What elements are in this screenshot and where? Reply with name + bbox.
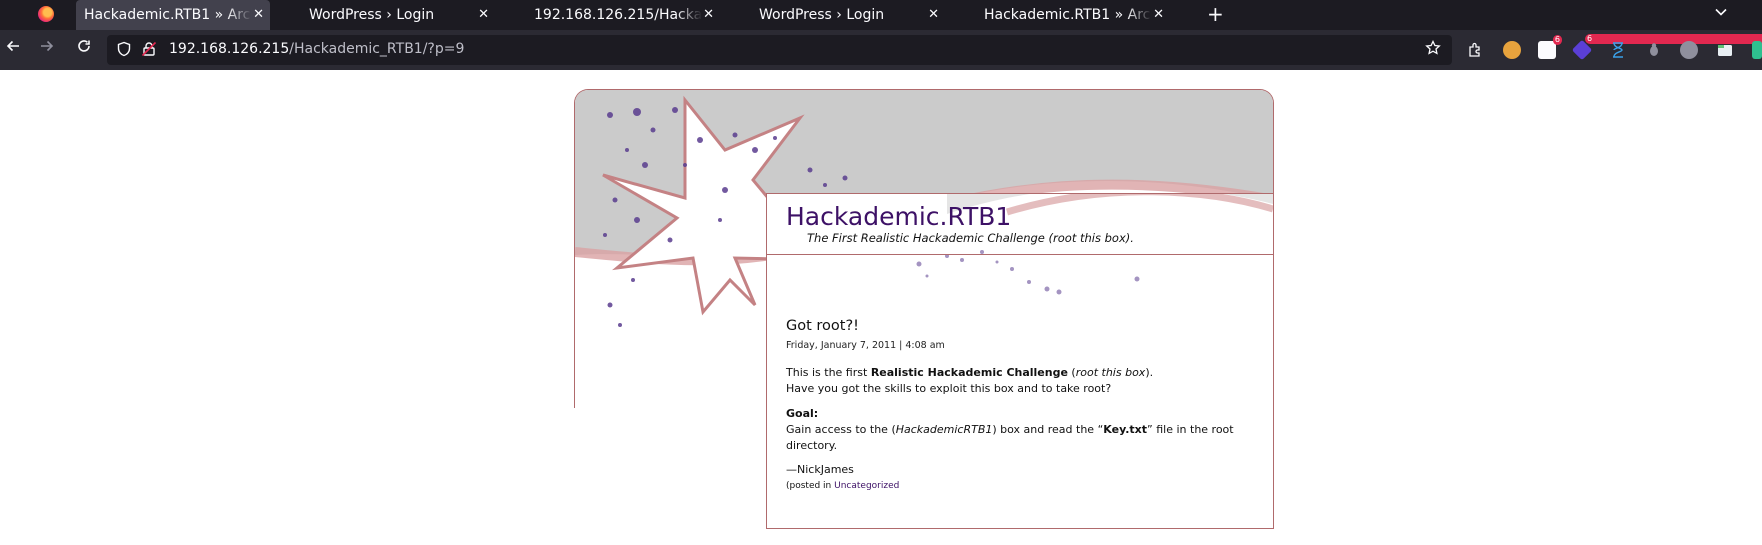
tab-label: 192.168.126.215/Hackademic_RTB1 [534,7,702,23]
mail-extension-icon[interactable]: 6 [1538,35,1562,59]
title-divider [767,254,1273,255]
chevron-down-icon [1715,8,1727,16]
forward-button[interactable] [39,38,55,60]
goal-bold: Key.txt [1103,423,1148,436]
tab-hackademic-archives[interactable]: Hackademic.RTB1 » Archives ✕ [76,0,270,30]
intro-text: ). [1145,366,1154,379]
arrow-left-icon [6,40,19,52]
container-extension-icon[interactable] [1716,41,1734,59]
shield-icon[interactable] [116,41,132,57]
tab-label: WordPress › Login [309,7,435,23]
arrow-right-icon [41,40,54,52]
url-text[interactable]: 192.168.126.215/Hackademic_RTB1/?p=9 [169,41,464,57]
puzzle-icon [1469,42,1480,57]
goal-label: Goal: [786,407,819,420]
bug-icon [1650,43,1658,56]
badge-count: 6 [1552,35,1562,45]
post-entry: Got root?! Friday, January 7, 2011 | 4:0… [786,318,1256,491]
new-tab-button[interactable]: + [1207,0,1224,28]
bug-extension-icon[interactable] [1645,41,1663,59]
post-title[interactable]: Got root?! [786,318,1256,334]
close-icon[interactable]: ✕ [928,0,939,30]
post-date: Friday, January 7, 2011 | 4:08 am [786,340,945,351]
post-container: Hackademic.RTB1 The First Realistic Hack… [766,193,1274,529]
url-path: /Hackademic_RTB1/?p=9 [289,41,465,57]
hourglass-extension-icon[interactable] [1609,41,1627,59]
tab-strip: Hackademic.RTB1 » Archives ✕ WordPress ›… [0,0,1762,30]
hourglass-icon [1613,42,1623,58]
bookmark-button[interactable] [1425,39,1441,61]
goal-text: ) box and read the “ [992,423,1104,436]
blog-title-link[interactable]: Hackademic.RTB1 [786,202,1011,231]
tab-wordpress-login[interactable]: WordPress › Login ✕ [301,0,495,30]
post-meta: (posted in Uncategorized [786,481,1256,491]
intro-text: ( [1067,366,1076,379]
folder-icon [1718,45,1732,56]
reload-button[interactable] [76,38,92,60]
blog-description: The First Realistic Hackademic Challenge… [807,231,1134,245]
close-icon[interactable]: ✕ [703,0,714,30]
post-goal: Goal: Gain access to the (HackademicRTB1… [786,406,1256,454]
list-all-tabs-button[interactable] [1714,0,1728,30]
tab-wordpress-login-2[interactable]: WordPress › Login ✕ [751,0,945,30]
wappalyzer-extension-icon[interactable] [1680,41,1698,59]
insecure-lock-icon[interactable] [141,41,157,57]
close-icon[interactable]: ✕ [478,0,489,30]
star-icon [1425,39,1441,55]
extension-icon-partial[interactable] [1752,41,1762,59]
goal-italic: HackademicRTB1 [895,423,993,436]
navigation-toolbar: 192.168.126.215/Hackademic_RTB1/?p=9 6 6 [0,30,1762,70]
firefox-icon[interactable] [38,6,54,22]
url-host: 192.168.126.215 [169,41,290,57]
cookie-extension-icon[interactable] [1503,41,1521,59]
back-button[interactable] [5,38,21,60]
close-icon[interactable]: ✕ [1153,0,1164,30]
tab-hackademic-ip[interactable]: 192.168.126.215/Hackademic_RTB1 ✕ [526,0,720,30]
post-signature: —NickJames [786,463,854,476]
web-page: Hackademic.RTB1 The First Realistic Hack… [0,70,1762,545]
tab-hackademic-archives-2[interactable]: Hackademic.RTB1 » Archives ✕ [976,0,1170,30]
tab-label: WordPress › Login [759,7,885,23]
address-bar[interactable]: 192.168.126.215/Hackademic_RTB1/?p=9 [107,35,1452,65]
category-link[interactable]: Uncategorized [834,481,899,491]
intro-bold: Realistic Hackademic Challenge [870,366,1068,379]
intro-italic: root this box [1075,366,1146,379]
post-body: This is the first Realistic Hackademic C… [786,365,1256,454]
extensions-icon[interactable] [1467,41,1485,59]
goal-text: Gain access to the ( [786,423,896,436]
close-icon[interactable]: ✕ [253,0,264,30]
intro-question: Have you got the skills to exploit this … [786,382,1112,395]
post-intro: This is the first Realistic Hackademic C… [786,365,1256,397]
tab-label: Hackademic.RTB1 » Archives [984,7,1152,23]
intro-text: This is the first [786,366,871,379]
tab-label: Hackademic.RTB1 » Archives [84,7,252,23]
reload-icon [78,40,90,52]
posted-in-label: (posted in [786,481,835,491]
